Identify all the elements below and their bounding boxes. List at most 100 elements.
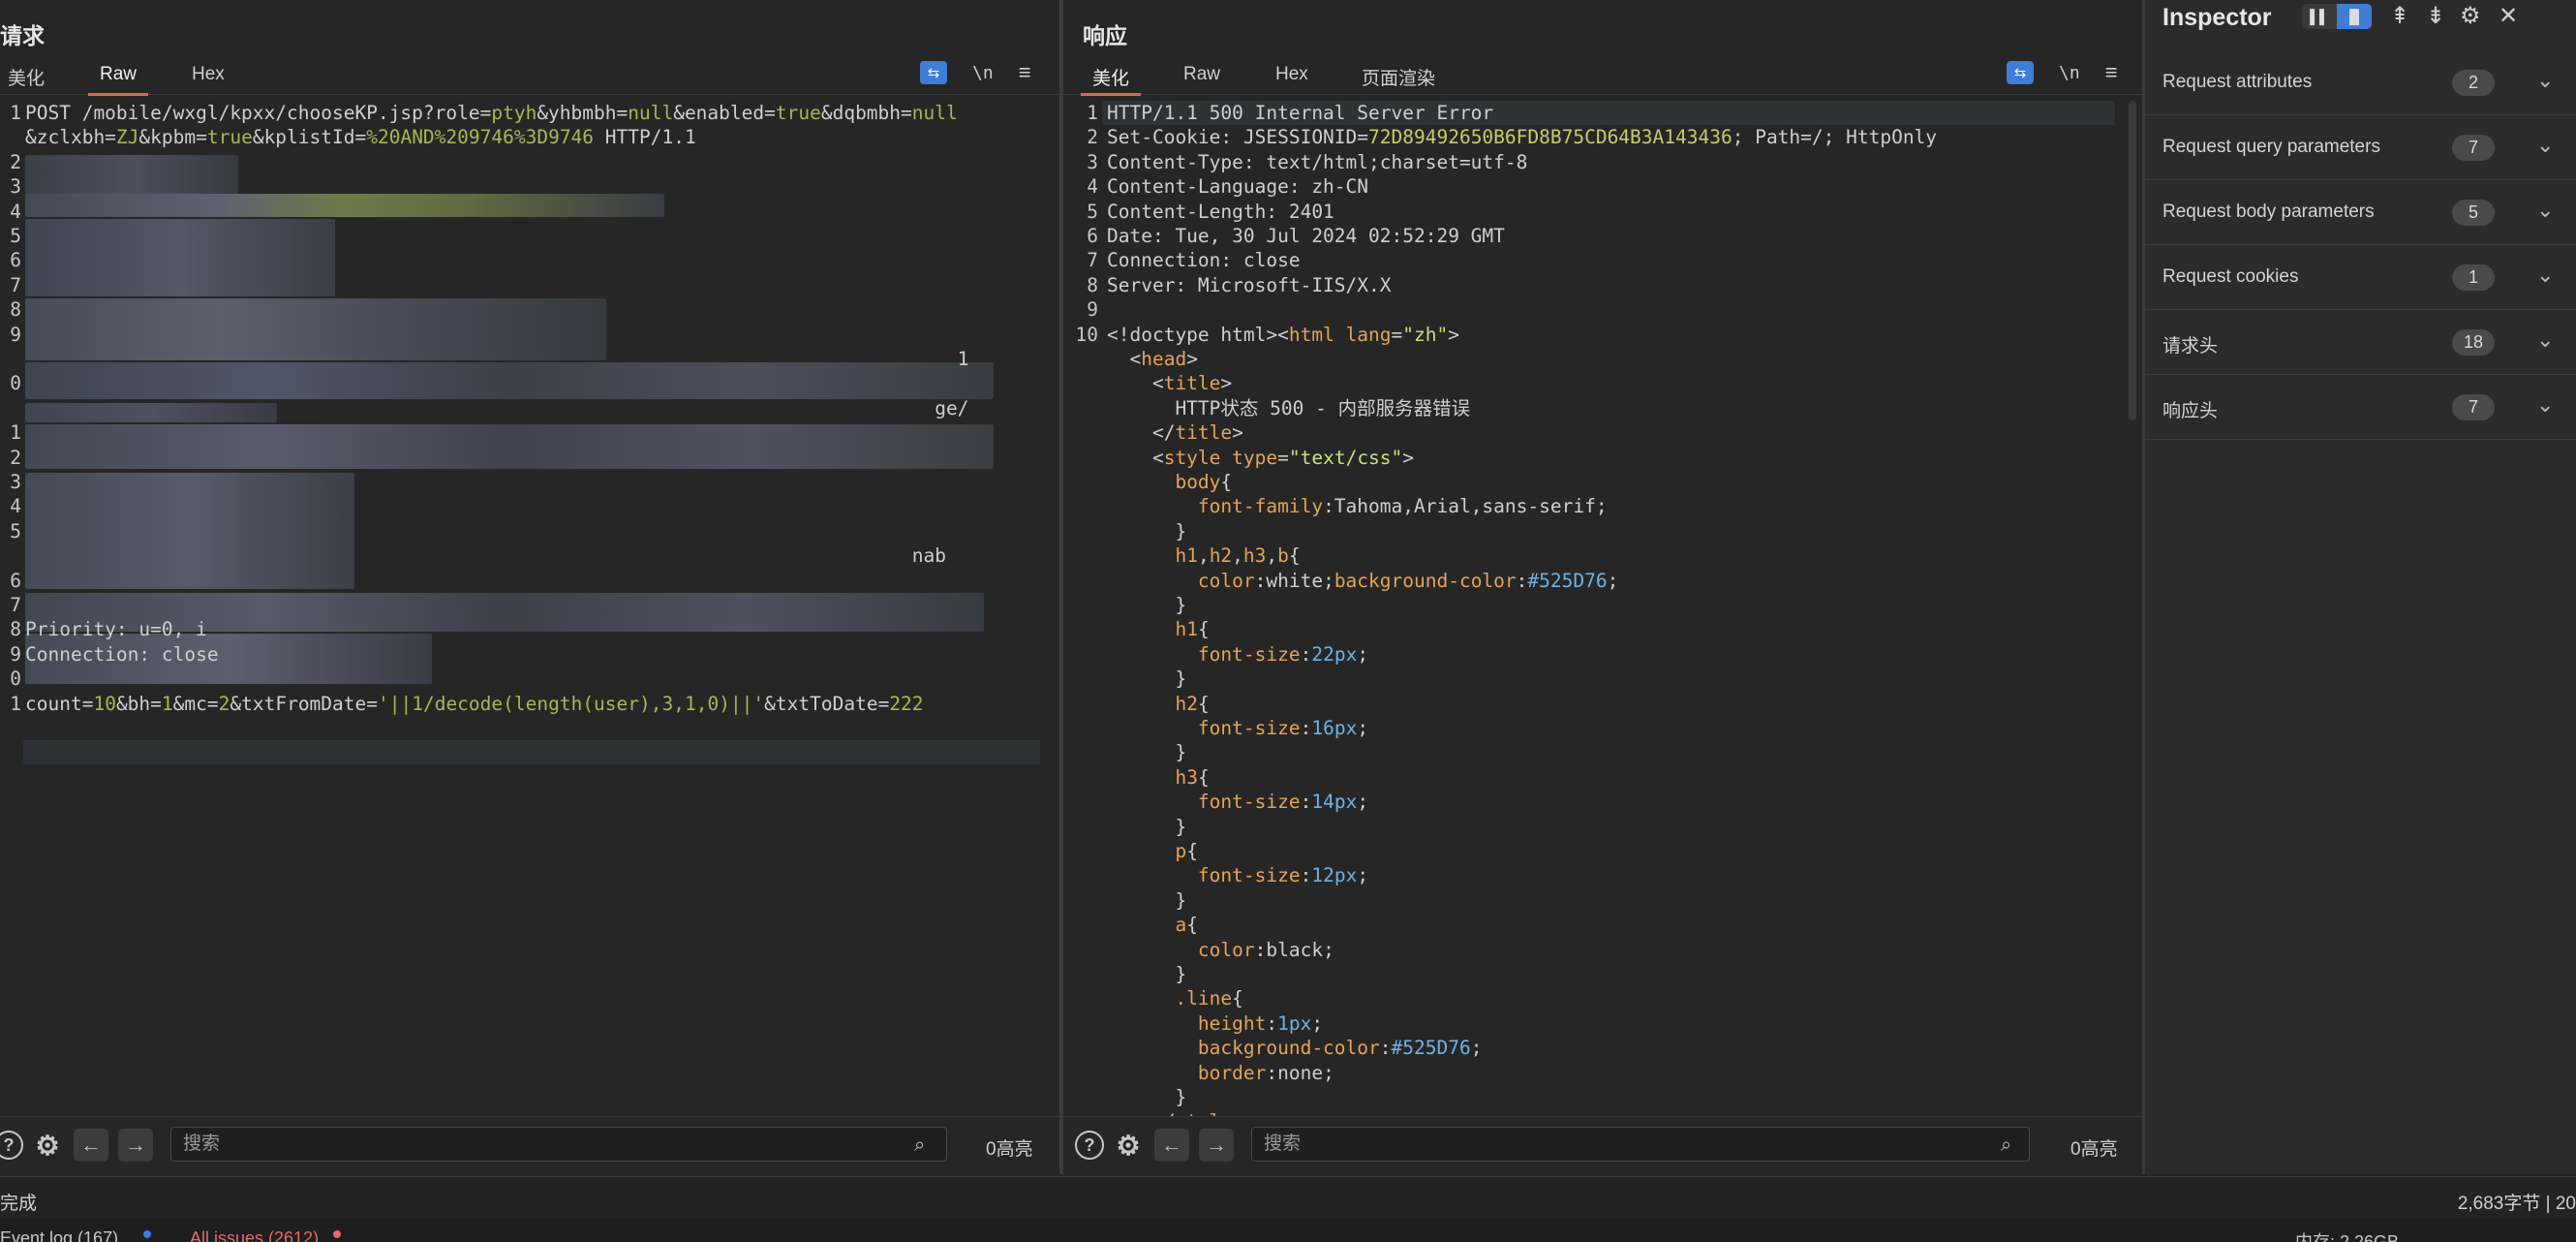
response-tab-render[interactable]: 页面渲染	[1362, 64, 1435, 95]
code-line: a{	[1175, 914, 1198, 937]
close-icon[interactable]: ✕	[2499, 2, 2518, 30]
code-line: Connection: close	[1107, 249, 1301, 272]
line-number: 4	[10, 495, 21, 518]
code-line: Date: Tue, 30 Jul 2024 02:52:29 GMT	[1107, 225, 1505, 247]
line-number: 9	[10, 323, 21, 346]
request-tab-raw[interactable]: Raw	[87, 64, 149, 96]
code-line: count=10&bh=1&mc=2&txtFromDate='||1/deco…	[25, 692, 924, 715]
wrap-lines-icon[interactable]: ⇆	[2007, 61, 2034, 84]
inspector-section-label: Request body parameters	[2162, 202, 2375, 222]
line-number: 7	[1087, 249, 1098, 272]
code-line: body{	[1175, 471, 1233, 493]
response-tab-pretty[interactable]: 美化	[1080, 64, 1142, 96]
inspector-section-row[interactable]: Request body parameters 5 ⌄	[2145, 180, 2576, 245]
line-number: 2	[10, 150, 21, 173]
code-line: h1{	[1175, 618, 1210, 641]
event-log-link[interactable]: Event log (167)	[0, 1228, 118, 1242]
line-number: 6	[1087, 225, 1098, 247]
response-scrollbar[interactable]	[2129, 101, 2136, 420]
code-line: }	[1107, 668, 1187, 691]
code-line: }	[1107, 519, 1187, 543]
code-line: color:white;background-color:#525D76;	[1197, 569, 1619, 592]
code-line: Priority: u=0, i	[25, 618, 207, 641]
inspector-section-row[interactable]: Request query parameters 7 ⌄	[2145, 115, 2576, 180]
code-line: <style type="text/css">	[1107, 446, 1415, 469]
code-line: background-color:#525D76;	[1197, 1037, 1483, 1060]
response-search-input[interactable]: 搜索	[1251, 1127, 2030, 1162]
line-number: 6	[10, 569, 21, 592]
code-line: font-size:22px;	[1197, 642, 1369, 666]
response-editor[interactable]: 1 HTTP/1.1 500 Internal Server Error 2 Set-…	[1063, 101, 2142, 1116]
inspector-panel: Inspector ▌▌ ▐▌ ⇞ ⇟ ⚙ ✕ Request attribut…	[2145, 0, 2576, 1174]
code-line: h2{	[1175, 692, 1210, 715]
request-tab-hex[interactable]: Hex	[192, 64, 225, 95]
chevron-down-icon[interactable]: ⌄	[2536, 133, 2554, 158]
line-number: 5	[1087, 200, 1098, 223]
code-line: .line{	[1175, 987, 1243, 1010]
chevron-down-icon[interactable]: ⌄	[2536, 68, 2554, 93]
inspector-section-count: 7	[2452, 135, 2495, 161]
all-issues-link[interactable]: All issues (2612)	[190, 1228, 319, 1242]
response-menu-icon[interactable]: ≡	[2105, 60, 2118, 85]
chevron-down-icon[interactable]: ⌄	[2536, 392, 2554, 418]
line-number: 10	[1075, 323, 1098, 346]
code-line: font-size:12px;	[1197, 864, 1369, 887]
line-number: 1	[10, 102, 21, 124]
settings-gear-icon[interactable]: ⚙	[1114, 1131, 1143, 1161]
inspector-section-count: 5	[2452, 200, 2495, 226]
line-number: 1	[10, 421, 21, 445]
help-icon[interactable]: ?	[1075, 1131, 1104, 1160]
settings-gear-icon[interactable]: ⚙	[33, 1131, 62, 1161]
line-number: 5	[10, 519, 21, 543]
line-number: 8	[1087, 273, 1098, 296]
code-line: h1,h2,h3,b{	[1175, 544, 1301, 568]
next-match-button[interactable]: →	[118, 1129, 153, 1162]
burp-repeater-window: ▮▮ ☰ ▬ 请求 美化 Raw Hex ⇆ \n ≡ 1	[0, 0, 2576, 1242]
request-pane: 请求 美化 Raw Hex ⇆ \n ≡ 1 POST /mobile/wxgl/…	[0, 0, 1059, 1174]
request-editor[interactable]: 1 POST /mobile/wxgl/kpxx/chooseKP.jsp?rol…	[0, 101, 1059, 1116]
inspector-section-row[interactable]: Request attributes 2 ⌄	[2145, 50, 2576, 115]
show-newlines-button[interactable]: \n	[972, 63, 994, 83]
line-number: 2	[10, 446, 21, 469]
inspector-section-row[interactable]: 请求头 18 ⌄	[2145, 310, 2576, 375]
code-line: Server: Microsoft-IIS/X.X	[1107, 273, 1392, 296]
expand-all-icon[interactable]: ⇞	[2390, 2, 2409, 30]
inspector-section-row[interactable]: 响应头 7 ⌄	[2145, 375, 2576, 440]
inspector-settings-gear-icon[interactable]: ⚙	[2460, 2, 2481, 30]
request-tab-pretty[interactable]: 美化	[8, 64, 45, 95]
previous-match-button[interactable]: ←	[1154, 1129, 1189, 1162]
response-tab-hex[interactable]: Hex	[1275, 64, 1308, 95]
code-line: 1	[25, 348, 969, 370]
line-number: 3	[1087, 150, 1098, 173]
chevron-down-icon[interactable]: ⌄	[2536, 198, 2554, 223]
request-menu-icon[interactable]: ≡	[1019, 60, 1031, 85]
collapse-all-icon[interactable]: ⇟	[2426, 2, 2445, 30]
code-line: POST /mobile/wxgl/kpxx/chooseKP.jsp?role…	[25, 102, 958, 124]
previous-match-button[interactable]: ←	[74, 1129, 108, 1162]
wrap-lines-icon[interactable]: ⇆	[920, 61, 947, 84]
line-number: 9	[1087, 298, 1098, 322]
inspector-section-count: 2	[2452, 70, 2495, 96]
status-bar: 完成 2,683字节 | 20	[0, 1176, 2576, 1219]
code-line: nab	[25, 544, 946, 568]
code-line: font-size:14px;	[1197, 791, 1369, 814]
inspector-section-count: 1	[2452, 264, 2495, 291]
chevron-down-icon[interactable]: ⌄	[2536, 327, 2554, 353]
status-text: 完成	[0, 1194, 38, 1214]
line-number: 1	[1087, 102, 1098, 124]
code-line: }	[1107, 594, 1187, 616]
response-tab-raw[interactable]: Raw	[1183, 64, 1220, 95]
code-line: }	[1107, 888, 1187, 912]
inspector-layout-left-button[interactable]: ▌▌	[2302, 4, 2337, 29]
request-search-input[interactable]: 搜索	[170, 1127, 947, 1162]
line-number: 8	[10, 298, 21, 322]
line-number: 4	[10, 200, 21, 223]
chevron-down-icon[interactable]: ⌄	[2536, 263, 2554, 288]
inspector-layout-right-button[interactable]: ▐▌	[2337, 4, 2372, 29]
request-title: 请求	[0, 23, 45, 48]
next-match-button[interactable]: →	[1199, 1129, 1234, 1162]
inspector-section-row[interactable]: Request cookies 1 ⌄	[2145, 245, 2576, 310]
show-newlines-button[interactable]: \n	[2059, 63, 2080, 83]
help-icon[interactable]: ?	[0, 1131, 23, 1160]
inspector-title: Inspector	[2162, 4, 2272, 31]
